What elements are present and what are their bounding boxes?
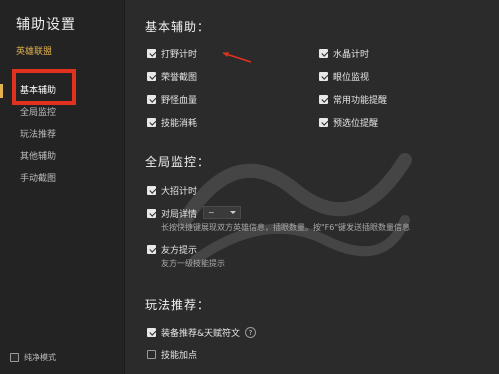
hotkey-select[interactable]: ~ — [203, 206, 241, 219]
pure-mode-checkbox[interactable] — [10, 353, 19, 362]
checkbox[interactable] — [319, 72, 328, 81]
checkbox[interactable] — [319, 118, 328, 127]
settings-title: 辅助设置 — [16, 17, 76, 33]
sidebar-item-recommend[interactable]: 玩法推荐 — [0, 124, 124, 146]
option-label: 水晶计时 — [333, 50, 370, 60]
pure-mode-toggle[interactable]: 纯净模式 — [10, 352, 56, 363]
option-label: 技能加点 — [161, 351, 198, 361]
option-skill-cost[interactable]: 技能消耗 — [147, 116, 197, 129]
chevron-down-icon — [230, 211, 236, 214]
checkbox[interactable] — [147, 72, 156, 81]
help-icon[interactable]: ? — [245, 327, 257, 338]
option-monster-hp[interactable]: 野怪血量 — [147, 93, 197, 106]
option-label: 技能消耗 — [161, 119, 198, 129]
game-name: 英雄联盟 — [16, 47, 53, 57]
watermark-graphic — [178, 153, 412, 265]
match-detail-description: 长按快捷键展现双方英雄信息，插眼数量。按"F6"键发送插眼数量信息 — [161, 223, 411, 232]
option-jungle-timer[interactable]: 打野计时 — [147, 47, 197, 60]
option-ally-tip[interactable]: 友方提示 — [147, 243, 197, 256]
option-equip-rune[interactable]: 装备推荐&天赋符文 ? — [147, 326, 257, 339]
sidebar: 辅助设置 英雄联盟 基本辅助 全局监控 玩法推荐 其他辅助 手动截图 纯净模式 — [0, 0, 125, 374]
option-preselect-reminder[interactable]: 预选位提醒 — [319, 116, 378, 129]
section-title-global: 全局监控： — [145, 155, 211, 169]
option-label: 眼位监视 — [333, 73, 370, 83]
option-label: 友方提示 — [161, 246, 198, 256]
checkbox[interactable] — [147, 209, 156, 218]
arrow-annotation-icon — [222, 52, 252, 63]
option-label: 荣誉截图 — [161, 73, 198, 83]
checkbox[interactable] — [319, 95, 328, 104]
option-label: 预选位提醒 — [333, 119, 379, 129]
checkbox[interactable] — [147, 49, 156, 58]
section-title-basic: 基本辅助： — [145, 20, 211, 34]
option-label: 大招计时 — [161, 187, 198, 197]
highlight-box — [12, 69, 76, 105]
checkbox[interactable] — [147, 350, 156, 359]
option-label: 对局详情 — [161, 210, 198, 220]
sidebar-item-global[interactable]: 全局监控 — [0, 102, 124, 124]
checkbox[interactable] — [147, 245, 156, 254]
option-crystal-timer[interactable]: 水晶计时 — [319, 47, 369, 60]
checkbox[interactable] — [147, 328, 156, 337]
checkbox[interactable] — [319, 49, 328, 58]
option-label: 野怪血量 — [161, 96, 198, 106]
checkbox[interactable] — [147, 186, 156, 195]
checkbox[interactable] — [147, 95, 156, 104]
option-label: 常用功能提醒 — [333, 96, 388, 106]
sidebar-item-other[interactable]: 其他辅助 — [0, 146, 124, 168]
ally-tip-description: 友方一级技能提示 — [161, 259, 225, 268]
sidebar-item-screenshot[interactable]: 手动截图 — [0, 168, 124, 190]
checkbox[interactable] — [147, 118, 156, 127]
main-panel: 基本辅助： 打野计时 水晶计时 荣誉截图 眼位监视 野怪血量 常用功能提醒 技能… — [125, 0, 499, 374]
section-title-recommend: 玩法推荐： — [145, 298, 211, 312]
option-common-reminder[interactable]: 常用功能提醒 — [319, 93, 387, 106]
option-skill-points[interactable]: 技能加点 — [147, 348, 197, 361]
option-match-detail[interactable]: 对局详情 — [147, 207, 197, 220]
option-honor-screenshot[interactable]: 荣誉截图 — [147, 70, 197, 83]
option-label: 打野计时 — [161, 50, 198, 60]
option-ult-timer[interactable]: 大招计时 — [147, 184, 197, 197]
option-ward-monitor[interactable]: 眼位监视 — [319, 70, 369, 83]
hotkey-select-value: ~ — [208, 208, 215, 217]
pure-mode-label: 纯净模式 — [24, 353, 56, 362]
option-label: 装备推荐&天赋符文 — [161, 329, 241, 339]
